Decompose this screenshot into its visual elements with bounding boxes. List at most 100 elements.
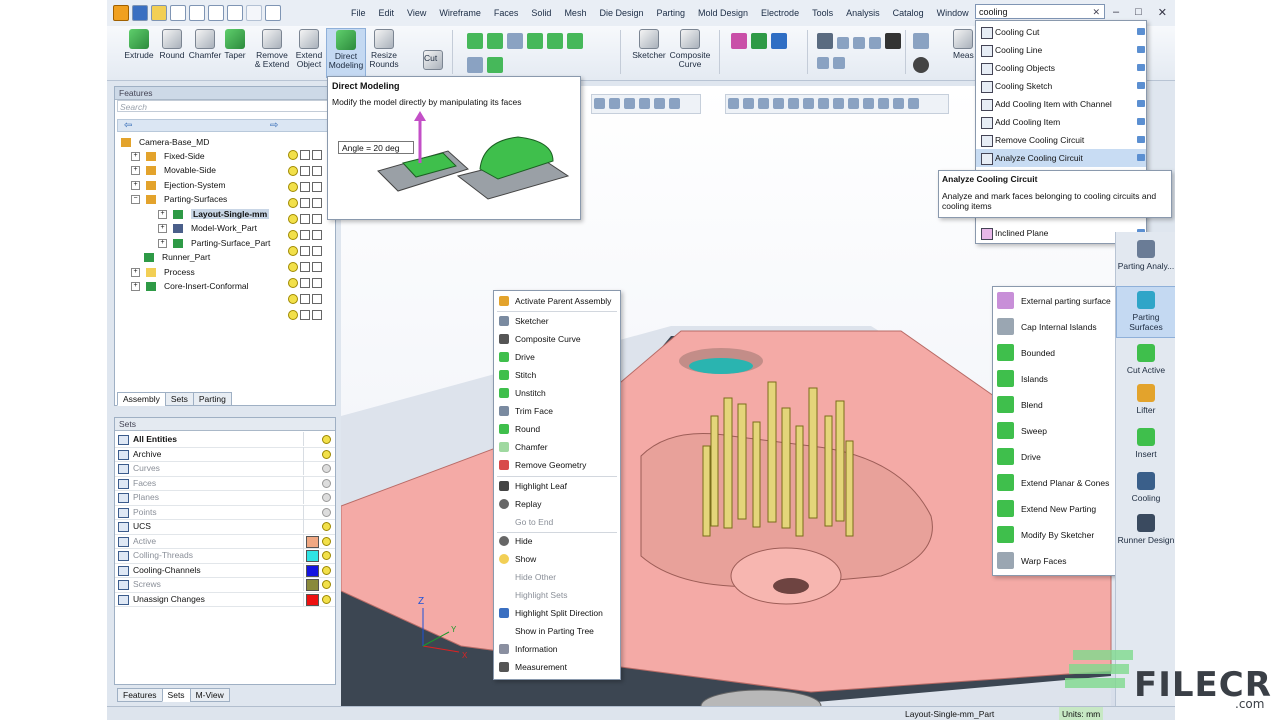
visibility-icon[interactable] — [322, 580, 331, 589]
sketcher-button[interactable]: Sketcher — [629, 28, 669, 76]
tree-node[interactable]: Runner_Part — [144, 250, 210, 264]
cooling-button[interactable]: Cooling — [1116, 472, 1175, 503]
tree-node-selected[interactable]: + Layout-Single-mm — [158, 207, 270, 221]
remove-extend-button[interactable]: Remove & Extend — [254, 28, 290, 76]
menu-parting[interactable]: Parting — [656, 8, 685, 18]
set-row[interactable]: Unassign Changes — [115, 591, 335, 607]
set-row[interactable]: Cooling-Channels — [115, 562, 335, 578]
collapse-icon[interactable]: − — [131, 195, 140, 205]
menu-mesh[interactable]: Mesh — [564, 8, 586, 18]
parting-surfaces-button[interactable]: Parting Surfaces — [1116, 286, 1175, 338]
set-color-swatch[interactable] — [306, 593, 319, 606]
parting-menu-item[interactable]: Sweep — [993, 418, 1117, 444]
context-menu-item[interactable]: Show in Parting Tree — [494, 622, 620, 640]
view-tool-icon[interactable] — [639, 98, 650, 109]
face-tool-icon[interactable] — [487, 57, 503, 73]
search-result-item[interactable]: Add Cooling Item — [976, 113, 1146, 131]
close-button[interactable]: ✕ — [1158, 6, 1167, 19]
menu-wireframe[interactable]: Wireframe — [439, 8, 481, 18]
selection-tool-icon[interactable] — [833, 98, 844, 109]
face-tool-icon[interactable] — [567, 33, 583, 49]
selection-tool-icon[interactable] — [848, 98, 859, 109]
selection-tool-icon[interactable] — [788, 98, 799, 109]
tool-icon[interactable] — [869, 37, 881, 49]
set-row[interactable]: Screws — [115, 577, 335, 593]
parting-menu-item[interactable]: Islands — [993, 366, 1117, 392]
context-menu-item[interactable]: Round — [494, 420, 620, 438]
parting-menu-item[interactable]: Modify By Sketcher — [993, 522, 1117, 548]
open-icon[interactable] — [151, 5, 167, 21]
layer-icon[interactable] — [300, 246, 310, 256]
context-menu-item[interactable]: Replay — [494, 495, 620, 513]
expand-icon[interactable]: + — [131, 282, 140, 292]
menu-edit[interactable]: Edit — [379, 8, 395, 18]
app-logo-icon[interactable] — [113, 5, 129, 21]
visibility-icon[interactable] — [288, 294, 298, 304]
menu-file[interactable]: File — [351, 8, 366, 18]
parting-menu-item[interactable]: External parting surface — [993, 288, 1117, 314]
visibility-icon[interactable] — [288, 230, 298, 240]
tree-node[interactable]: + Core-Insert-Conformal — [131, 279, 249, 293]
tool-icon[interactable] — [817, 57, 829, 69]
face-tool-icon[interactable] — [547, 33, 563, 49]
lock-icon[interactable] — [312, 310, 322, 320]
context-menu-item[interactable]: Information — [494, 640, 620, 658]
lock-icon[interactable] — [312, 246, 322, 256]
face-tool-icon[interactable] — [467, 57, 483, 73]
face-tool-icon[interactable] — [487, 33, 503, 49]
set-row[interactable]: Active — [115, 533, 335, 549]
selection-tool-icon[interactable] — [773, 98, 784, 109]
back-arrow-icon[interactable]: ⇦ — [124, 120, 132, 131]
menu-solid[interactable]: Solid — [531, 8, 551, 18]
tool-icon[interactable] — [189, 5, 205, 21]
expand-icon[interactable]: + — [131, 152, 140, 162]
tree-node[interactable]: − Parting-Surfaces — [131, 192, 227, 206]
features-search-input[interactable]: Search — [117, 100, 331, 112]
visibility-icon[interactable] — [288, 198, 298, 208]
visibility-icon[interactable] — [288, 310, 298, 320]
parting-analysis-button[interactable]: Parting Analy... — [1116, 240, 1175, 271]
cut-active-button[interactable]: Cut Active — [1116, 344, 1175, 375]
parting-menu-item[interactable]: Extend New Parting — [993, 496, 1117, 522]
menu-mold-design[interactable]: Mold Design — [698, 8, 748, 18]
lifter-button[interactable]: Lifter — [1116, 384, 1175, 415]
lock-icon[interactable] — [312, 150, 322, 160]
dimension-tool-icon[interactable] — [817, 33, 833, 49]
axis-tool-icon[interactable] — [751, 33, 767, 49]
command-search-input[interactable]: cooling ✕ — [975, 4, 1105, 19]
set-row[interactable]: All Entities — [115, 432, 335, 448]
visibility-icon[interactable] — [288, 214, 298, 224]
selection-tool-icon[interactable] — [818, 98, 829, 109]
tool-icon[interactable] — [837, 37, 849, 49]
visibility-icon[interactable] — [322, 536, 331, 546]
lock-icon[interactable] — [312, 278, 322, 288]
selection-tool-icon[interactable] — [908, 98, 919, 109]
context-menu-item[interactable]: Chamfer — [494, 438, 620, 456]
direct-modeling-button[interactable]: Direct Modeling — [326, 28, 366, 78]
layer-icon[interactable] — [300, 310, 310, 320]
parting-menu-item[interactable]: Blend — [993, 392, 1117, 418]
context-menu-item[interactable]: Measurement — [494, 658, 620, 676]
visibility-icon[interactable] — [288, 166, 298, 176]
layer-icon[interactable] — [300, 262, 310, 272]
tool-icon[interactable] — [170, 5, 186, 21]
search-result-item[interactable]: Add Cooling Item with Channel — [976, 95, 1146, 113]
layer-icon[interactable] — [300, 150, 310, 160]
tab-parting[interactable]: Parting — [192, 392, 232, 406]
cut-button[interactable]: Cut — [422, 28, 444, 76]
context-menu-item[interactable]: Hide — [494, 532, 620, 550]
menu-electrode[interactable]: Electrode — [761, 8, 799, 18]
lock-icon[interactable] — [312, 166, 322, 176]
visibility-icon[interactable] — [322, 449, 331, 459]
selection-tool-icon[interactable] — [758, 98, 769, 109]
minimize-button[interactable]: – — [1113, 6, 1119, 19]
menu-analysis[interactable]: Analysis — [846, 8, 880, 18]
menu-catalog[interactable]: Catalog — [893, 8, 924, 18]
tree-node[interactable]: + Fixed-Side — [131, 149, 205, 163]
set-color-swatch[interactable] — [306, 564, 319, 577]
tool-icon[interactable] — [853, 37, 865, 49]
selection-tool-icon[interactable] — [878, 98, 889, 109]
selection-tool-icon[interactable] — [728, 98, 739, 109]
context-menu-item[interactable]: Unstitch — [494, 384, 620, 402]
layer-icon[interactable] — [300, 294, 310, 304]
